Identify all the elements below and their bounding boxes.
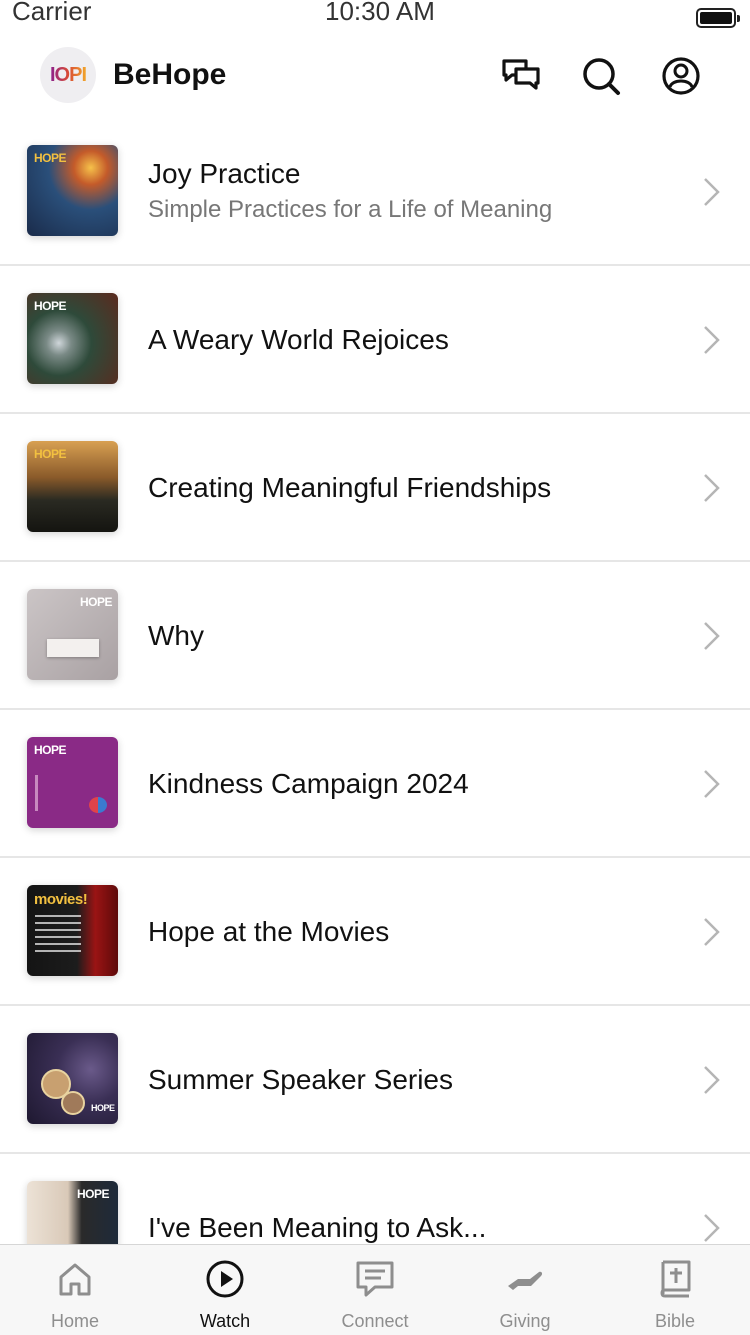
tab-label: Bible (654, 1311, 696, 1331)
chevron-right-icon (704, 178, 720, 206)
tab-watch[interactable]: Watch (150, 1245, 300, 1335)
series-thumbnail: HOPE (27, 293, 118, 384)
series-title: Kindness Campaign 2024 (148, 768, 469, 799)
tab-bible[interactable]: Bible (600, 1245, 750, 1335)
tab-connect[interactable]: Connect (300, 1245, 450, 1335)
thumbnail-label: HOPE (80, 595, 113, 609)
series-title: Creating Meaningful Friendships (148, 472, 552, 503)
series-thumbnail: HOPE (27, 441, 118, 532)
chevron-right-icon (704, 1066, 720, 1094)
series-title: Summer Speaker Series (148, 1064, 454, 1095)
series-title: I've Been Meaning to Ask... (148, 1212, 487, 1243)
thumbnail-label: HOPE (34, 299, 67, 313)
tab-bar: Home Watch Connect Giving Bible (0, 1244, 750, 1335)
series-title: Joy Practice (148, 158, 301, 189)
list-item[interactable]: HOPE I've Been Meaning to Ask... (0, 1154, 750, 1244)
tab-giving[interactable]: Giving (450, 1245, 600, 1335)
tab-label: Giving (499, 1311, 551, 1331)
chevron-right-icon (704, 770, 720, 798)
battery-icon (696, 8, 740, 28)
status-bar: Carrier 10:30 AM (0, 0, 750, 34)
home-icon (59, 1263, 91, 1296)
thumbnail-label: HOPE (91, 1103, 115, 1113)
list-item[interactable]: movies! Hope at the Movies (0, 858, 750, 1006)
logo-text: IOPI (49, 63, 87, 86)
chevron-right-icon (704, 1214, 720, 1242)
series-title: Why (148, 620, 204, 651)
series-thumbnail: HOPE (27, 1181, 118, 1244)
list-item[interactable]: HOPE A Weary World Rejoices (0, 266, 750, 414)
series-thumbnail: HOPE (27, 737, 118, 828)
thumbnail-label: movies! (34, 891, 88, 908)
thumbnail-label: HOPE (34, 447, 67, 461)
series-subtitle: Simple Practices for a Life of Meaning (148, 196, 553, 223)
chevron-right-icon (704, 918, 720, 946)
tab-label: Watch (199, 1311, 251, 1331)
chat-icon[interactable] (500, 55, 542, 97)
tab-label: Home (50, 1311, 99, 1331)
account-icon[interactable] (660, 55, 702, 97)
series-thumbnail: movies! (27, 885, 118, 976)
thumbnail-label: HOPE (34, 151, 67, 165)
series-thumbnail: HOPE (27, 589, 118, 680)
series-title: A Weary World Rejoices (148, 324, 449, 355)
tab-home[interactable]: Home (0, 1245, 150, 1335)
chevron-right-icon (704, 326, 720, 354)
list-item[interactable]: HOPE Creating Meaningful Friendships (0, 414, 750, 562)
list-item[interactable]: HOPE Summer Speaker Series (0, 1006, 750, 1154)
list-item[interactable]: HOPE Joy Practice Simple Practices for a… (0, 118, 750, 266)
app-logo[interactable]: IOPI (40, 47, 96, 103)
bible-icon (660, 1260, 691, 1298)
chevron-right-icon (704, 474, 720, 502)
app-title: BeHope (113, 58, 227, 91)
thumbnail-label: HOPE (77, 1187, 110, 1201)
tab-label: Connect (341, 1311, 409, 1331)
message-icon (356, 1261, 394, 1297)
play-icon (206, 1260, 244, 1298)
series-thumbnail: HOPE (27, 145, 118, 236)
app-header: IOPI BeHope (0, 40, 750, 120)
carrier-label: Carrier (12, 0, 92, 26)
series-list: HOPE Joy Practice Simple Practices for a… (0, 118, 750, 1244)
series-thumbnail: HOPE (27, 1033, 118, 1124)
series-title: Hope at the Movies (148, 916, 390, 947)
chevron-right-icon (704, 622, 720, 650)
list-item[interactable]: HOPE Kindness Campaign 2024 (0, 710, 750, 858)
list-item[interactable]: HOPE Why (0, 562, 750, 710)
status-time: 10:30 AM (325, 0, 435, 26)
search-icon[interactable] (580, 55, 622, 97)
thumbnail-label: HOPE (34, 743, 67, 757)
giving-hand-icon (508, 1271, 543, 1290)
